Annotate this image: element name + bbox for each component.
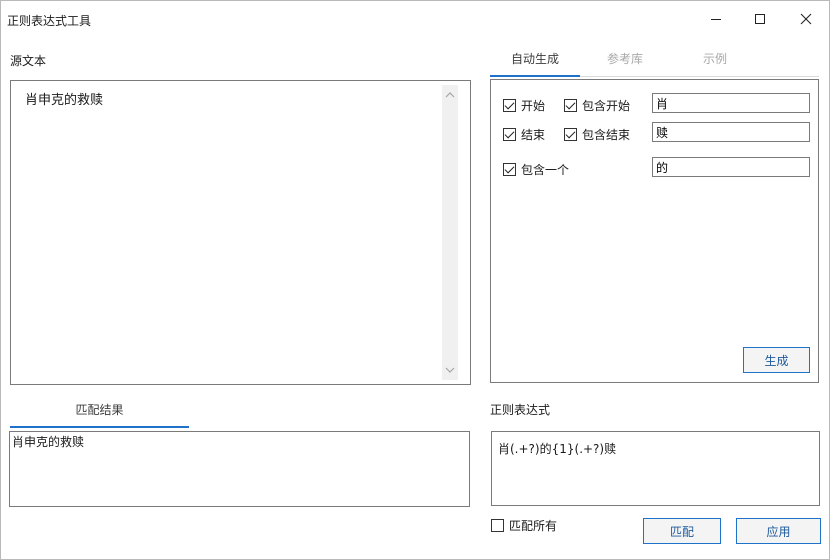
auto-generate-panel: 开始 包含开始 结束 包含结束 包含一个 生成 (490, 79, 819, 383)
apply-button[interactable]: 应用 (736, 518, 821, 544)
match-result-textarea[interactable]: 肖申克的救赎 (9, 431, 470, 507)
app-window: 正则表达式工具 源文本 肖申克的救赎 自动生成 参考库 示例 开始 包含开始 肖… (0, 0, 830, 560)
tab-divider (580, 76, 819, 77)
minimize-button[interactable] (693, 1, 739, 37)
regex-label: 正则表达式 (490, 403, 551, 417)
window-title: 正则表达式工具 (7, 14, 92, 28)
include-one-label: 包含一个 (521, 163, 570, 177)
end-checkbox[interactable]: 结束 (503, 126, 545, 143)
start-value-input[interactable] (652, 93, 810, 113)
regex-textarea[interactable]: 肖(.+?)的{1}(.+?)赎 (491, 431, 820, 506)
include-end-checkbox[interactable]: 包含结束 (564, 126, 630, 143)
include-one-checkbox[interactable]: 包含一个 (503, 161, 569, 178)
match-all-checkbox[interactable]: 匹配所有 (491, 517, 557, 534)
end-value-input[interactable] (652, 122, 810, 142)
include-start-label: 包含开始 (582, 99, 631, 113)
tab-auto-generate[interactable]: 自动生成 (490, 50, 580, 67)
generate-button[interactable]: 生成 (743, 347, 810, 373)
tab-examples[interactable]: 示例 (670, 50, 760, 67)
include-one-check-icon (503, 163, 516, 176)
source-text: 肖申克的救赎 (25, 93, 104, 108)
source-textarea[interactable]: 肖申克的救赎 (10, 80, 471, 385)
include-start-check-icon (564, 99, 577, 112)
include-one-value-input[interactable] (652, 157, 810, 177)
title-bar: 正则表达式工具 (1, 1, 829, 37)
start-check-icon (503, 99, 516, 112)
match-result-text: 肖申克的救赎 (12, 435, 85, 449)
maximize-button[interactable] (737, 1, 783, 37)
match-all-label: 匹配所有 (509, 519, 558, 533)
tab-reference-library[interactable]: 参考库 (580, 50, 670, 67)
include-end-label: 包含结束 (582, 128, 631, 142)
include-start-checkbox[interactable]: 包含开始 (564, 97, 630, 114)
scroll-down-icon[interactable] (445, 366, 455, 374)
regex-text: 肖(.+?)的{1}(.+?)赎 (498, 442, 617, 456)
maximize-icon (755, 14, 765, 24)
source-scrollbar[interactable] (442, 85, 458, 380)
start-label: 开始 (521, 99, 546, 113)
start-checkbox[interactable]: 开始 (503, 97, 545, 114)
match-result-tab-indicator (10, 426, 189, 428)
match-button[interactable]: 匹配 (643, 518, 721, 544)
match-result-tab[interactable]: 匹配结果 (10, 401, 189, 418)
close-button[interactable] (783, 1, 829, 37)
active-tab-indicator (490, 75, 580, 77)
include-end-check-icon (564, 128, 577, 141)
end-check-icon (503, 128, 516, 141)
end-label: 结束 (521, 128, 546, 142)
close-icon (800, 13, 812, 25)
scroll-up-icon[interactable] (445, 91, 455, 99)
source-label: 源文本 (10, 54, 47, 68)
match-all-check-icon (491, 519, 504, 532)
minimize-icon (711, 19, 721, 20)
